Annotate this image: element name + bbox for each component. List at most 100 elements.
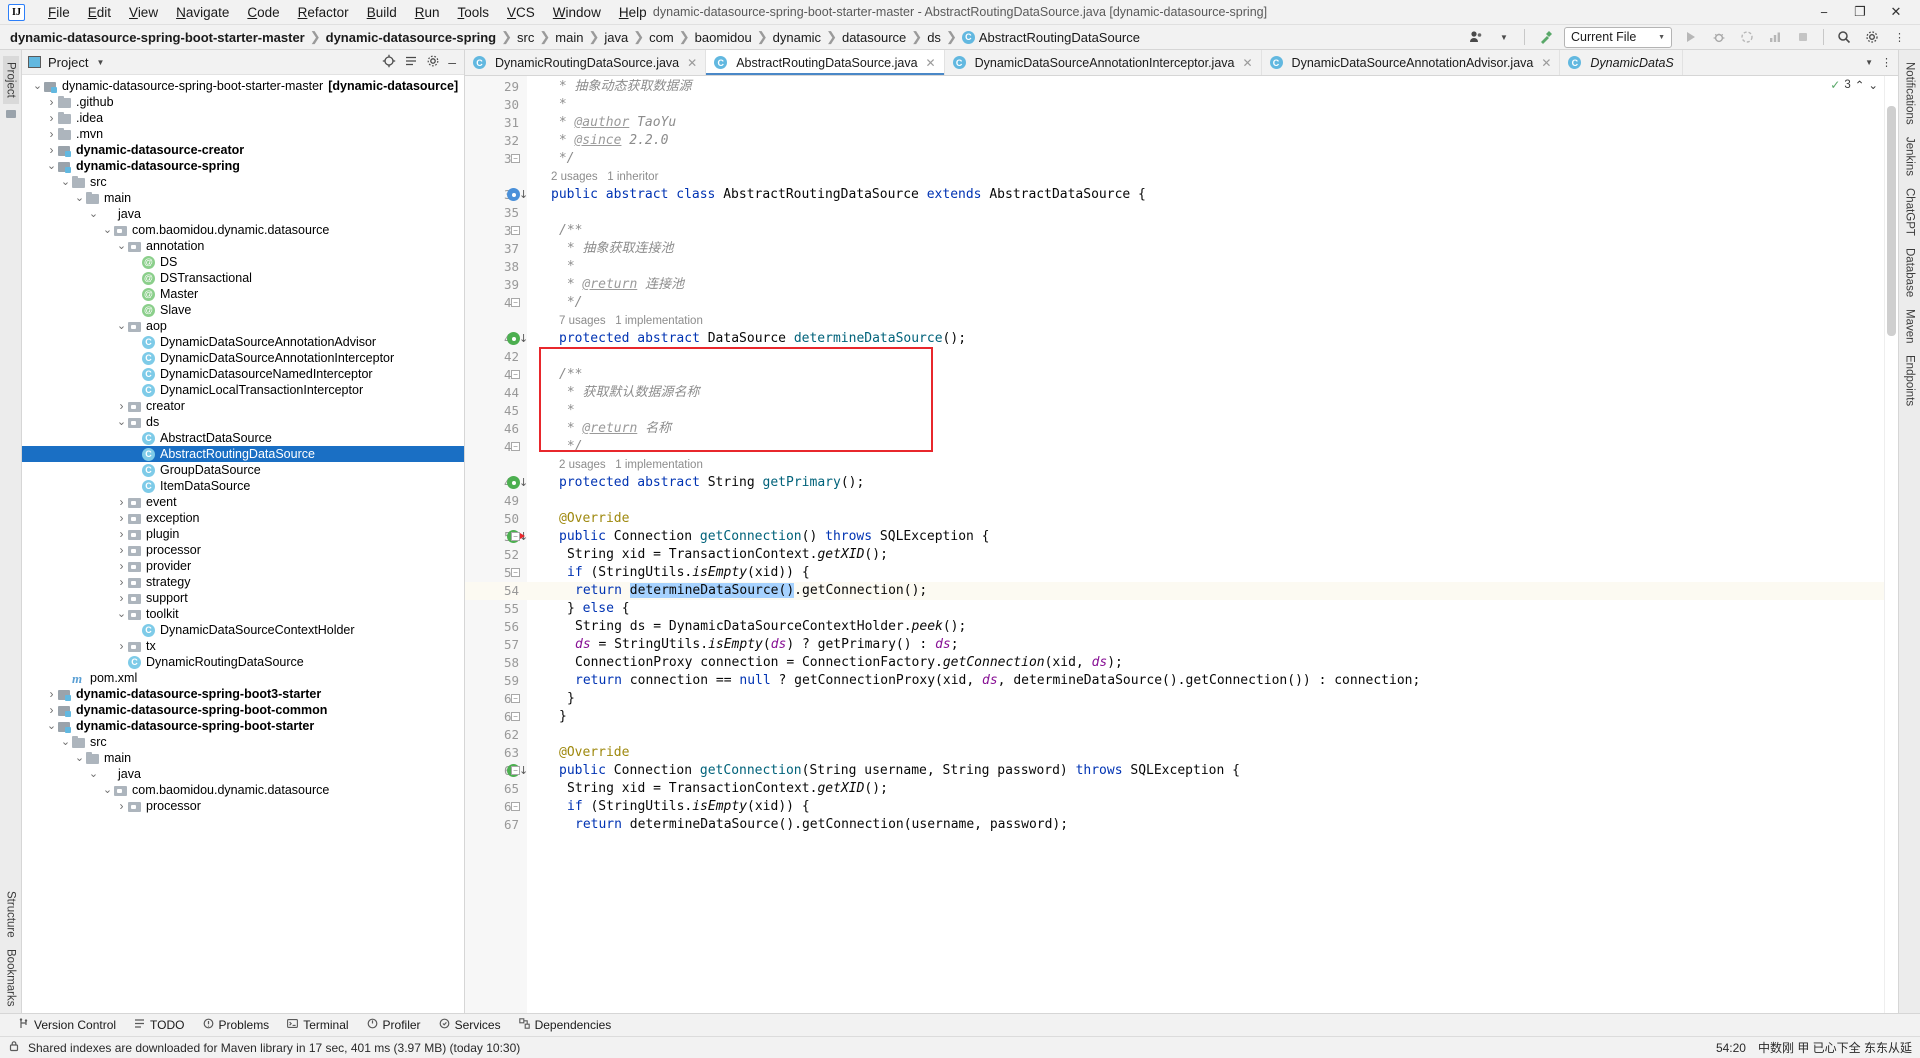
- chevron-right-icon[interactable]: ›: [46, 111, 57, 125]
- code-fold-icon[interactable]: −: [511, 694, 520, 703]
- code-line[interactable]: * 抽象获取连接池: [559, 240, 674, 258]
- tree-row[interactable]: ⌄ main: [22, 190, 464, 206]
- code-content[interactable]: * 抽象动态获取数据源 * * @author TaoYu * @since 2…: [527, 76, 1884, 1013]
- run-configuration-selector[interactable]: Current File ▼: [1564, 26, 1672, 48]
- menu-item-help[interactable]: Help: [610, 3, 656, 22]
- chevron-right-icon[interactable]: ›: [46, 687, 57, 701]
- code-fold-icon[interactable]: −: [511, 154, 520, 163]
- chevron-right-icon[interactable]: ›: [116, 639, 127, 653]
- tree-row[interactable]: ⌄ com.baomidou.dynamic.datasource: [22, 782, 464, 798]
- tree-row[interactable]: ⌄ dynamic-datasource-spring-boot-starter: [22, 718, 464, 734]
- code-line[interactable]: ConnectionProxy connection = ConnectionF…: [575, 654, 1123, 672]
- breadcrumb-item[interactable]: com: [649, 30, 674, 45]
- close-icon[interactable]: ✕: [1541, 56, 1551, 70]
- code-fold-icon[interactable]: −: [511, 568, 520, 577]
- code-fold-icon[interactable]: −: [511, 532, 520, 541]
- editor-tab[interactable]: C DynamicRoutingDataSource.java ✕: [465, 50, 707, 75]
- tree-row[interactable]: ⌄ src: [22, 174, 464, 190]
- code-line[interactable]: protected abstract DataSource determineD…: [559, 330, 966, 348]
- breadcrumb-item[interactable]: java: [604, 30, 628, 45]
- menu-item-tools[interactable]: Tools: [449, 3, 499, 22]
- code-fold-icon[interactable]: −: [511, 712, 520, 721]
- close-button[interactable]: ✕: [1878, 0, 1914, 24]
- close-icon[interactable]: ✕: [926, 56, 936, 70]
- tree-row[interactable]: › processor: [22, 542, 464, 558]
- code-line[interactable]: String ds = DynamicDataSourceContextHold…: [575, 618, 966, 636]
- breadcrumb-item[interactable]: main: [555, 30, 583, 45]
- sidebar-item-jenkins[interactable]: Jenkins: [1902, 131, 1918, 182]
- sidebar-item-chatgpt[interactable]: ChatGPT: [1902, 182, 1918, 242]
- inlay-usage-hint[interactable]: 2 usages 1 implementation: [559, 456, 703, 474]
- sidebar-item-maven[interactable]: Maven: [1902, 303, 1918, 350]
- search-icon[interactable]: [1832, 27, 1856, 48]
- code-fold-icon[interactable]: −: [511, 442, 520, 451]
- code-line[interactable]: public Connection getConnection() throws…: [559, 528, 990, 546]
- editor-tab[interactable]: C AbstractRoutingDataSource.java ✕: [706, 50, 945, 75]
- close-icon[interactable]: ✕: [1242, 56, 1252, 70]
- chevron-down-icon[interactable]: ⌄: [116, 416, 127, 427]
- chevron-down-icon[interactable]: ⌄: [32, 80, 43, 91]
- collapse-all-icon[interactable]: [404, 54, 418, 71]
- chevron-right-icon[interactable]: ›: [116, 559, 127, 573]
- chevron-down-icon[interactable]: ⌄: [88, 208, 99, 219]
- chevron-right-icon[interactable]: ›: [116, 399, 127, 413]
- code-line[interactable]: String xid = TransactionContext.getXID()…: [567, 780, 888, 798]
- tree-row[interactable]: DynamicDataSourceAnnotationAdvisor: [22, 334, 464, 350]
- breadcrumb-item[interactable]: dynamic-datasource-spring-boot-starter-m…: [10, 30, 305, 45]
- menu-item-edit[interactable]: Edit: [79, 3, 120, 22]
- code-line[interactable]: public abstract class AbstractRoutingDat…: [551, 186, 1146, 204]
- code-fold-icon[interactable]: −: [511, 226, 520, 235]
- tool-window-button-services[interactable]: Services: [431, 1016, 509, 1034]
- tree-row[interactable]: DSTransactional: [22, 270, 464, 286]
- code-line[interactable]: return determineDataSource().getConnecti…: [575, 582, 927, 600]
- code-line[interactable]: * 获取默认数据源名称: [559, 384, 700, 402]
- chevron-down-icon[interactable]: ▼: [1492, 27, 1516, 48]
- maximize-button[interactable]: ❐: [1842, 0, 1878, 24]
- tree-row[interactable]: › support: [22, 590, 464, 606]
- tree-row[interactable]: › dynamic-datasource-spring-boot-common: [22, 702, 464, 718]
- chevron-up-icon[interactable]: ⌃: [1855, 78, 1865, 92]
- menu-item-refactor[interactable]: Refactor: [289, 3, 358, 22]
- tree-row[interactable]: › dynamic-datasource-creator: [22, 142, 464, 158]
- code-line[interactable]: if (StringUtils.isEmpty(xid)) {: [567, 798, 810, 816]
- tool-window-button-version-control[interactable]: Version Control: [10, 1016, 124, 1034]
- editor-scrollbar[interactable]: [1884, 76, 1898, 1013]
- chevron-right-icon[interactable]: ›: [116, 575, 127, 589]
- code-line[interactable]: /**: [559, 222, 582, 240]
- tree-row[interactable]: › strategy: [22, 574, 464, 590]
- close-icon[interactable]: ✕: [687, 56, 697, 70]
- breadcrumb-item[interactable]: ds: [927, 30, 941, 45]
- chevron-right-icon[interactable]: ›: [116, 799, 127, 813]
- code-line[interactable]: } else {: [567, 600, 630, 618]
- tree-row[interactable]: DynamicDataSourceAnnotationInterceptor: [22, 350, 464, 366]
- tree-row[interactable]: ⌄ main: [22, 750, 464, 766]
- tree-row[interactable]: › plugin: [22, 526, 464, 542]
- code-line[interactable]: * @since 2.2.0: [551, 132, 669, 150]
- sidebar-item-project[interactable]: Project: [2, 56, 19, 104]
- profiler-icon[interactable]: [1763, 27, 1787, 48]
- tree-row[interactable]: ItemDataSource: [22, 478, 464, 494]
- hammer-build-icon[interactable]: [1533, 27, 1557, 48]
- sidebar-item-structure[interactable]: Structure: [3, 885, 19, 944]
- tool-window-button-terminal[interactable]: Terminal: [279, 1016, 356, 1034]
- run-with-coverage-icon[interactable]: [1735, 27, 1759, 48]
- user-avatar-icon[interactable]: [1464, 27, 1488, 48]
- menu-item-window[interactable]: Window: [544, 3, 610, 22]
- code-line[interactable]: public Connection getConnection(String u…: [559, 762, 1240, 780]
- tree-row[interactable]: ⌄ toolkit: [22, 606, 464, 622]
- chevron-right-icon[interactable]: ›: [46, 143, 57, 157]
- chevron-right-icon[interactable]: ›: [116, 511, 127, 525]
- caret-position[interactable]: 54:20: [1716, 1041, 1746, 1055]
- code-line[interactable]: */: [559, 294, 583, 312]
- tree-row[interactable]: AbstractDataSource: [22, 430, 464, 446]
- minimize-button[interactable]: −: [1806, 0, 1842, 24]
- stop-icon[interactable]: [1791, 27, 1815, 48]
- code-line[interactable]: ds = StringUtils.isEmpty(ds) ? getPrimar…: [575, 636, 959, 654]
- tree-row[interactable]: › .idea: [22, 110, 464, 126]
- tree-row[interactable]: ⌄ dynamic-datasource-spring: [22, 158, 464, 174]
- chevron-down-icon[interactable]: ⌄: [46, 720, 57, 731]
- tree-row[interactable]: Master: [22, 286, 464, 302]
- chevron-down-icon[interactable]: ⌄: [88, 768, 99, 779]
- tree-row[interactable]: › processor: [22, 798, 464, 814]
- code-line[interactable]: *: [559, 258, 575, 276]
